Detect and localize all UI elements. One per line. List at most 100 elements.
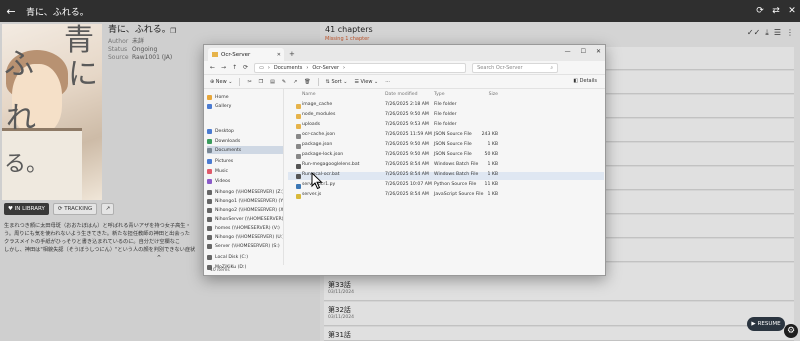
- tracking-button[interactable]: ⟳ TRACKING: [52, 203, 98, 215]
- file-icon: [296, 153, 301, 159]
- breadcrumb-ocr-server[interactable]: Ocr-Server: [312, 65, 339, 71]
- file-icon: [296, 143, 301, 149]
- more-icon[interactable]: ···: [385, 79, 390, 85]
- play-icon: ▶: [751, 321, 756, 327]
- chapter-row[interactable]: 第33話 03/11/2024: [324, 277, 794, 301]
- cut-icon[interactable]: ✂: [247, 79, 251, 85]
- file-row[interactable]: uploads 7/26/2025 9:53 AM File folder: [288, 122, 604, 130]
- sidebar-item-icon: [207, 189, 212, 195]
- explorer-command-bar: ⊕ New ⌄ ✂ ❐ ▤ ✎ ↗ 🗑 ⇅ Sort ⌄ ☰ View ⌄ ··…: [204, 75, 605, 89]
- mark-read-icon[interactable]: ✓✓: [747, 28, 760, 38]
- missing-chapters: Missing 1 chapter: [325, 36, 370, 42]
- address-bar[interactable]: ▭ › Documents › Ocr-Server ›: [254, 62, 467, 73]
- sidebar-item[interactable]: homes (\\HOMESERVER) (V:): [207, 224, 283, 232]
- sidebar-item[interactable]: Downloads: [207, 137, 283, 145]
- close-tab-icon[interactable]: ✕: [277, 52, 281, 58]
- sidebar-item[interactable]: Documents: [207, 146, 283, 154]
- file-date: 7/26/2025 8:54 AM: [385, 172, 429, 177]
- sort-button[interactable]: ⇅ Sort ⌄: [326, 79, 348, 85]
- explorer-tab[interactable]: Ocr-Server ✕: [208, 48, 284, 61]
- file-name: uploads: [302, 122, 321, 127]
- sidebar-item-label: homes (\\HOMESERVER) (V:): [215, 225, 280, 231]
- chapter-row[interactable]: 第32話 03/11/2024: [324, 302, 794, 326]
- new-button[interactable]: ⊕ New ⌄: [210, 79, 232, 85]
- refresh-icon[interactable]: ⟳: [752, 6, 768, 16]
- file-row[interactable]: package.json 7/26/2025 9:50 AM JSON Source…: [288, 142, 604, 150]
- sidebar-item[interactable]: Local Disk (C:): [207, 253, 283, 261]
- up-icon[interactable]: ↑: [232, 64, 237, 71]
- copy-icon[interactable]: ❐: [170, 27, 176, 35]
- sidebar-item[interactable]: Server (\\HOMESERVER) (S:): [207, 242, 283, 250]
- breadcrumb-documents[interactable]: Documents: [274, 65, 303, 71]
- sidebar-item[interactable]: Gallery: [207, 102, 283, 110]
- download-icon[interactable]: ⤓: [765, 28, 769, 38]
- back-icon[interactable]: ←: [210, 64, 215, 71]
- file-date: 7/26/2025 8:54 AM: [385, 192, 429, 197]
- sidebar-item[interactable]: Music: [207, 167, 283, 175]
- chapter-row[interactable]: 第31話: [324, 327, 794, 341]
- sidebar-item-label: Nihongo2 (\\HOMESERVER) (X:): [215, 207, 283, 213]
- column-name[interactable]: Name: [302, 92, 316, 97]
- source-value: Raw1001 (JA): [132, 54, 173, 61]
- filter-icon[interactable]: ☰: [774, 28, 781, 38]
- folder-icon: [296, 123, 301, 129]
- column-size[interactable]: Size: [474, 92, 498, 97]
- chapter-date: 03/11/2024: [328, 290, 354, 295]
- mouse-cursor-icon: [311, 172, 323, 190]
- more-vert-icon[interactable]: ⋮: [786, 28, 794, 38]
- file-row[interactable]: image_cache 7/26/2025 2:18 AM File folder: [288, 102, 604, 110]
- search-box[interactable]: Search Ocr-Server ⌕: [472, 62, 559, 73]
- paste-icon[interactable]: ▤: [270, 79, 275, 85]
- file-row[interactable]: package-lock.json 7/26/2025 9:50 AM JSON S…: [288, 152, 604, 160]
- file-row[interactable]: Run-megagooglelens.bat 7/26/2025 8:54 AM W…: [288, 162, 604, 170]
- sidebar-item-label: Nihongo (\\HOMESERVER) (U:): [215, 234, 283, 240]
- file-row[interactable]: server.js 7/26/2025 8:54 AM JavaScript Sou…: [288, 192, 604, 200]
- cover-image: 青 に ふ れ る。: [2, 24, 102, 200]
- file-row[interactable]: ocr-cache.json 7/26/2025 11:59 AM JSON Sou…: [288, 132, 604, 140]
- chapter-date: 03/11/2024: [328, 315, 354, 320]
- file-row[interactable]: node_modules 7/26/2025 9:50 AM File folder: [288, 112, 604, 120]
- view-button[interactable]: ☰ View ⌄: [354, 79, 378, 85]
- open-external-button[interactable]: ↗: [101, 203, 115, 215]
- refresh-icon[interactable]: ⟳: [243, 64, 248, 71]
- in-library-button[interactable]: ♥ IN LIBRARY: [4, 203, 49, 215]
- new-tab-icon[interactable]: +: [289, 50, 295, 58]
- column-type[interactable]: Type: [434, 92, 445, 97]
- close-window-icon[interactable]: ✕: [596, 48, 601, 55]
- close-icon[interactable]: ✕: [784, 6, 800, 16]
- sidebar-item[interactable]: Nihongo (\\HOMESERVER) (U:): [207, 233, 283, 241]
- cover-title-char: れ: [6, 101, 36, 136]
- share-icon[interactable]: ↗: [293, 79, 297, 85]
- sidebar-item[interactable]: NihonServer (\\HOMESERVER) (W:): [207, 215, 283, 223]
- sidebar-item[interactable]: Nihongo1 (\\HOMESERVER) (Y:): [207, 197, 283, 205]
- sidebar-item[interactable]: Videos: [207, 177, 283, 185]
- delete-icon[interactable]: 🗑: [304, 79, 310, 85]
- expand-chevron-icon[interactable]: ⌃: [156, 254, 162, 262]
- file-row[interactable]: server-ocr1.py 7/26/2025 10:07 AM Python S…: [288, 182, 604, 190]
- navigation-pane: Home Gallery Desktop Downloads Documents Pict…: [204, 89, 284, 270]
- sidebar-item[interactable]: Desktop: [207, 127, 283, 135]
- copy-icon[interactable]: ❐: [259, 79, 263, 85]
- file-row[interactable]: Run-ocal-ocr.bat 7/26/2025 8:54 AM Windows…: [288, 172, 604, 180]
- sidebar-item-label: Gallery: [215, 103, 232, 109]
- cover-title-char: に: [68, 57, 98, 92]
- file-explorer-window[interactable]: Ocr-Server ✕ + — ☐ ✕ ← → ↑ ⟳ ▭ › Documen…: [203, 44, 606, 276]
- swap-icon[interactable]: ⇄: [768, 6, 784, 16]
- sidebar-item[interactable]: Pictures: [207, 157, 283, 165]
- rename-icon[interactable]: ✎: [282, 79, 286, 85]
- file-icon: [296, 183, 301, 189]
- sidebar-item[interactable]: Nihongo2 (\\HOMESERVER) (X:): [207, 206, 283, 214]
- cover-title-char: る。: [4, 152, 49, 177]
- back-arrow-icon[interactable]: ←: [0, 5, 22, 18]
- file-name: image_cache: [302, 102, 333, 107]
- column-date[interactable]: Date modified: [385, 92, 418, 97]
- forward-icon[interactable]: →: [221, 64, 226, 71]
- details-button[interactable]: ◧ Details: [573, 78, 597, 84]
- sidebar-item[interactable]: Nihongo (\\HOMESERVER) (Z:): [207, 188, 283, 196]
- resume-button[interactable]: ▶ RESUME: [747, 317, 785, 331]
- minimize-icon[interactable]: —: [565, 48, 571, 55]
- maximize-icon[interactable]: ☐: [581, 48, 586, 55]
- chapter-title: 第31話: [328, 331, 351, 339]
- settings-gear-icon[interactable]: ⚙: [784, 324, 798, 338]
- sidebar-item[interactable]: Home: [207, 93, 283, 101]
